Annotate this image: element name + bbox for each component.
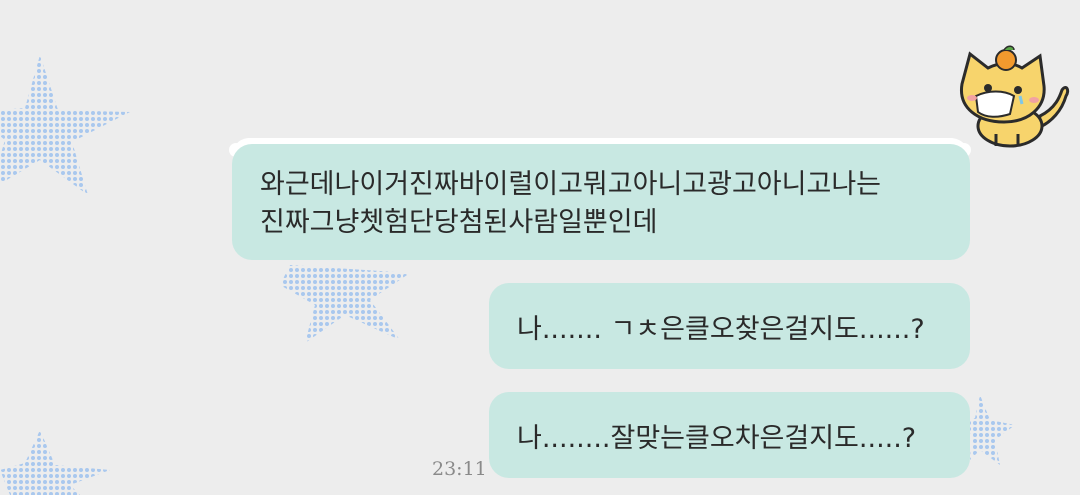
background-star-icon bbox=[0, 430, 110, 495]
chat-bubble[interactable]: 나....... ㄱㅊ은클오찾은걸지도......? bbox=[489, 283, 970, 369]
message-text-line: 진짜그냥쳇험단당첨된사람일뿐인데 bbox=[260, 207, 658, 238]
background-star-icon bbox=[0, 55, 130, 195]
message-text: 나........잘맞는클오차은걸지도.....? bbox=[517, 422, 917, 454]
message-text: 나....... ㄱㅊ은클오찾은걸지도......? bbox=[517, 313, 925, 345]
chat-bubble[interactable]: 나........잘맞는클오차은걸지도.....? bbox=[489, 392, 970, 478]
background-star-icon bbox=[280, 265, 410, 343]
orange-cat-sticker-icon bbox=[960, 45, 1070, 148]
message-timestamp: 23:11 bbox=[432, 458, 487, 480]
message-text-line: 와근데나이거진짜바이럴이고뭐고아니고광고아니고나는 bbox=[260, 169, 881, 200]
chat-bubble[interactable]: 와근데나이거진짜바이럴이고뭐고아니고광고아니고나는 진짜그냥쳇험단당첨된사람일뿐… bbox=[232, 144, 970, 260]
